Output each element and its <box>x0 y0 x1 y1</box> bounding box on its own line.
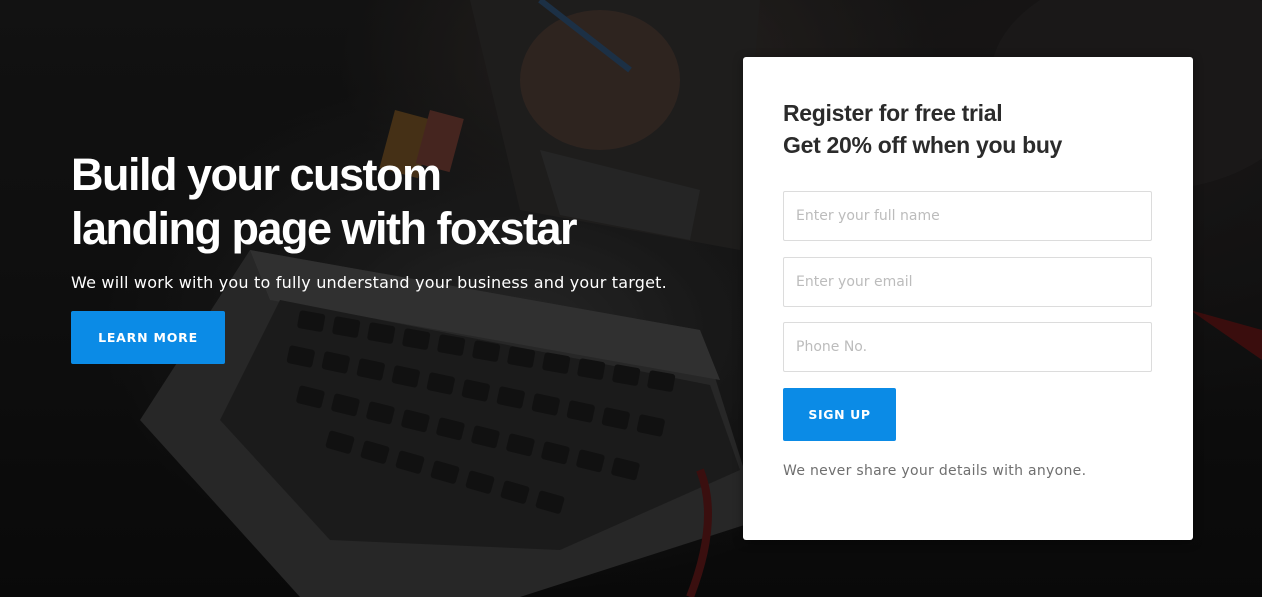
email-input[interactable] <box>783 257 1152 307</box>
signup-title-line1: Register for free trial <box>783 100 1003 126</box>
hero-section: Build your custom landing page with foxs… <box>0 0 1262 597</box>
hero-headline: Build your custom landing page with foxs… <box>71 148 711 256</box>
signup-title-line2: Get 20% off when you buy <box>783 132 1063 158</box>
signup-card-title: Register for free trial Get 20% off when… <box>783 97 1062 161</box>
sign-up-button[interactable]: SIGN UP <box>783 388 896 441</box>
full-name-input[interactable] <box>783 191 1152 241</box>
learn-more-button[interactable]: LEARN MORE <box>71 311 225 364</box>
hero-subtext: We will work with you to fully understan… <box>71 273 667 292</box>
hero-headline-line1: Build your custom <box>71 149 442 200</box>
hero-headline-line2: landing page with foxstar <box>71 203 578 254</box>
signup-card: Register for free trial Get 20% off when… <box>743 57 1193 540</box>
privacy-note: We never share your details with anyone. <box>783 463 1087 479</box>
phone-input[interactable] <box>783 322 1152 372</box>
